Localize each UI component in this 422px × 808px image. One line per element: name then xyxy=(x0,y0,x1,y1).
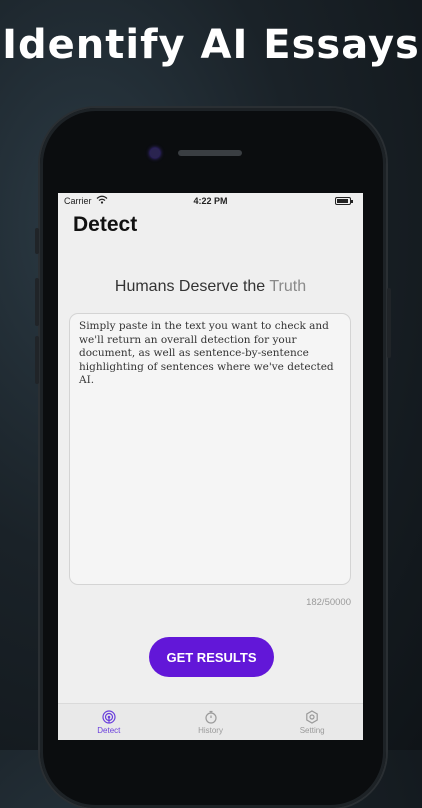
tab-setting[interactable]: Setting xyxy=(261,704,363,740)
phone-frame: Carrier 4:22 PM Detect Humans Deserve th… xyxy=(35,108,391,808)
stopwatch-icon xyxy=(204,710,217,724)
tab-setting-label: Setting xyxy=(299,726,325,735)
status-time: 4:22 PM xyxy=(193,196,228,206)
phone-mute-switch xyxy=(35,228,39,254)
essay-text-input[interactable]: Simply paste in the text you want to che… xyxy=(69,313,351,585)
tab-bar: Detect History Setting xyxy=(58,703,363,740)
tab-history-label: History xyxy=(198,726,223,735)
page-title: Detect xyxy=(73,213,138,236)
get-results-button[interactable]: GET RESULTS xyxy=(149,637,274,677)
headline: Humans Deserve the Truth xyxy=(58,278,363,296)
phone-power-button xyxy=(387,288,391,358)
tab-detect[interactable]: Detect xyxy=(58,704,160,740)
headline-text: Humans Deserve the xyxy=(114,278,266,295)
headline-accent: Truth xyxy=(269,278,307,295)
character-count: 182/50000 xyxy=(306,597,351,608)
tab-history[interactable]: History xyxy=(160,704,262,740)
phone-volume-down xyxy=(35,336,39,384)
status-bar: Carrier 4:22 PM xyxy=(58,193,363,209)
app-screen: Carrier 4:22 PM Detect Humans Deserve th… xyxy=(58,193,363,740)
front-camera xyxy=(150,148,160,158)
battery-icon xyxy=(335,197,353,205)
earpiece-speaker xyxy=(178,150,242,156)
gear-icon xyxy=(306,710,318,724)
tab-detect-label: Detect xyxy=(97,726,121,735)
radar-icon xyxy=(102,710,116,724)
phone-volume-up xyxy=(35,278,39,326)
promo-title: Identify AI Essays xyxy=(2,22,420,68)
